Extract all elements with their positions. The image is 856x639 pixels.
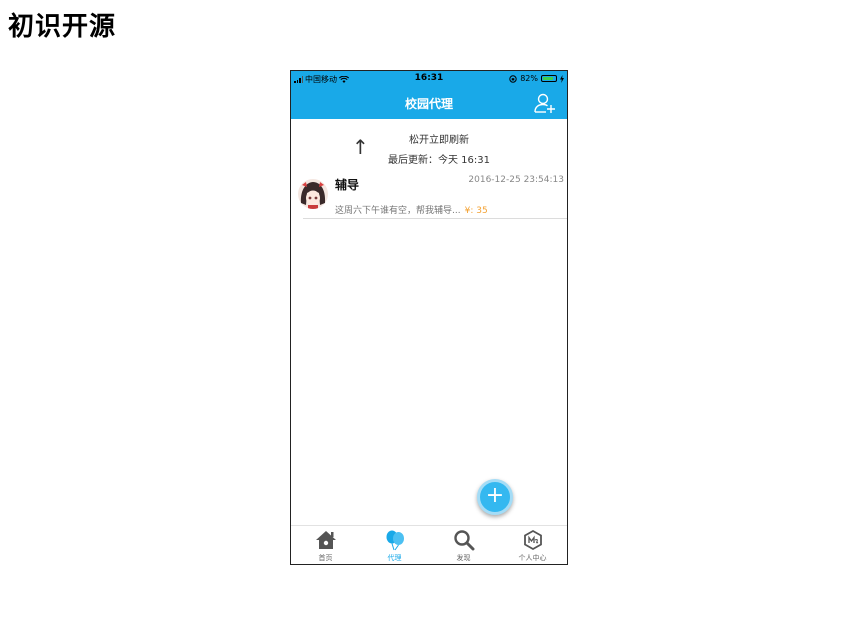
item-title: 辅导 — [335, 178, 360, 192]
add-post-button[interactable]: + — [477, 479, 513, 515]
nav-bar: 校园代理 — [291, 87, 567, 119]
item-price: ¥: 35 — [464, 206, 488, 216]
item-description-row: 这周六下午谁有空，帮我辅导... ¥: 35 — [335, 203, 488, 216]
refresh-message: 松开立即刷新 — [409, 135, 469, 146]
item-description: 这周六下午谁有空，帮我辅导... — [335, 206, 461, 216]
refresh-last-updated: 最后更新：今天 16:31 — [388, 155, 490, 166]
search-icon — [453, 530, 474, 551]
orientation-lock-icon — [509, 74, 517, 83]
tab-agent[interactable]: 代理 — [360, 526, 429, 564]
tab-home-label: 首页 — [318, 554, 333, 562]
phone-screen: 中国移动 16:31 82% 校园代理 ↑ 松开立即刷新 最后更新：今天 16:… — [290, 70, 568, 565]
avatar — [298, 179, 328, 209]
profile-badge-icon — [523, 529, 542, 551]
tab-profile[interactable]: 个人中心 — [498, 526, 567, 564]
home-icon — [315, 531, 336, 549]
tab-discover-label: 发现 — [456, 554, 471, 562]
item-divider — [303, 218, 567, 219]
tab-profile-label: 个人中心 — [518, 554, 547, 562]
tab-agent-label: 代理 — [387, 554, 402, 562]
item-timestamp: 2016-12-25 23:54:13 — [468, 175, 564, 185]
tab-home[interactable]: 首页 — [291, 526, 360, 564]
battery-icon — [541, 75, 557, 82]
tab-discover[interactable]: 发现 — [429, 526, 498, 564]
nav-title: 校园代理 — [404, 97, 453, 111]
tab-bar: 首页 代理 发现 个人中心 — [291, 525, 567, 564]
charging-icon — [560, 74, 564, 83]
slide-title: 初识开源 — [8, 12, 117, 42]
add-user-icon[interactable] — [533, 91, 557, 115]
list-item[interactable]: 辅导 2016-12-25 23:54:13 这周六下午谁有空，帮我辅导... ¥… — [291, 173, 567, 219]
battery-percent: 82% — [520, 74, 538, 83]
balloon-icon — [386, 530, 404, 551]
status-right: 82% — [509, 74, 564, 83]
status-bar: 中国移动 16:31 82% — [291, 71, 567, 87]
pull-to-refresh: ↑ 松开立即刷新 最后更新：今天 16:31 — [291, 127, 567, 171]
